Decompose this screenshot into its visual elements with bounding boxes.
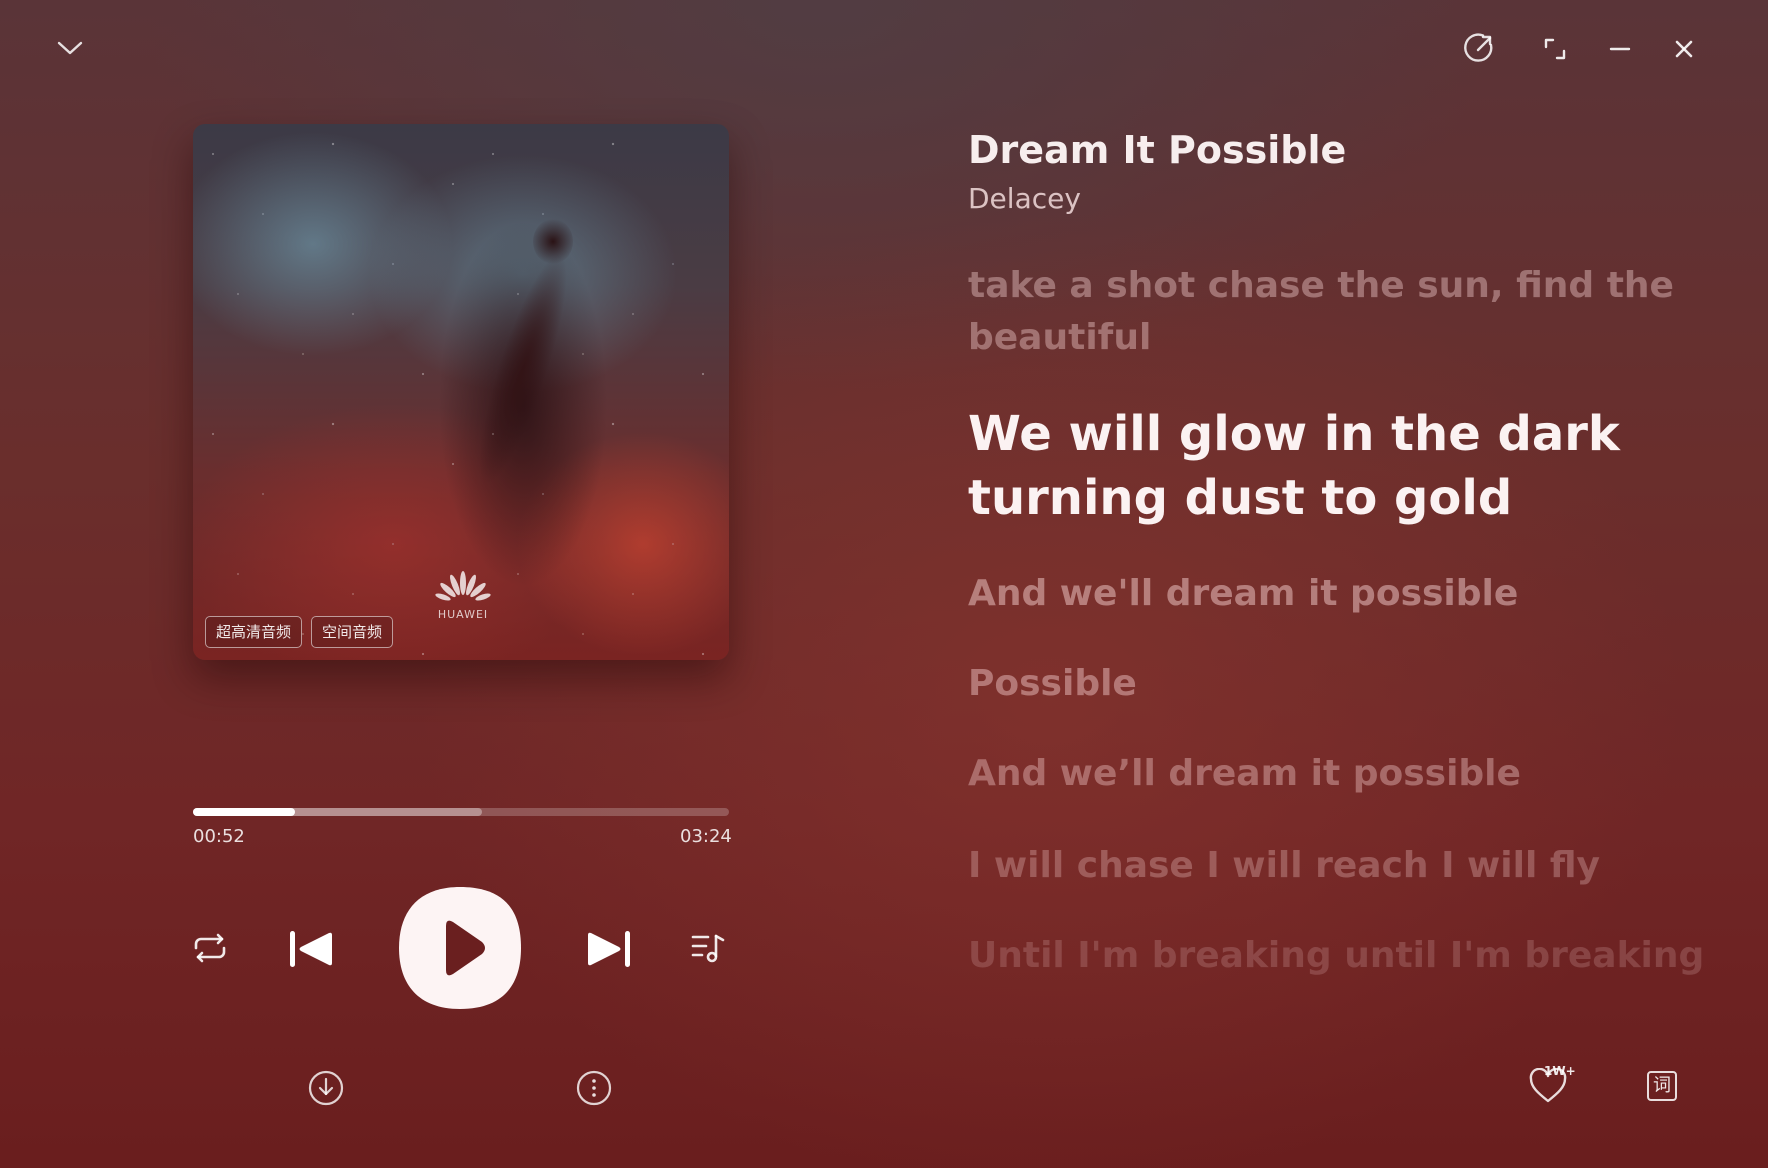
previous-icon [290,931,332,967]
minimize-icon [1609,47,1631,51]
lyric-line[interactable]: And we’ll dream it possible [968,748,1668,800]
next-button[interactable] [584,926,634,972]
lyric-text: Until I'm breaking until I'm breaking [968,935,1705,976]
huawei-logo-text: HUAWEI [437,608,489,621]
huawei-logo-icon [435,571,491,601]
previous-button[interactable] [286,926,336,972]
more-button[interactable] [574,1068,614,1108]
close-icon [1675,40,1693,58]
collapse-button[interactable] [52,30,88,66]
lyrics-icon-glyph: 词 [1653,1075,1671,1096]
song-title: Dream It Possible [968,128,1347,172]
lyric-text: Possible [968,663,1137,704]
progress-bar[interactable] [193,808,729,816]
play-button[interactable] [396,884,524,1012]
lyric-line[interactable]: I will chase I will reach I will fly [968,840,1668,892]
lyrics-icon: 词 [1647,1071,1677,1101]
chevron-down-icon [57,41,83,55]
lyric-text: And we'll dream it possible [968,573,1519,614]
playlist-button[interactable] [686,926,730,970]
album-cover: HUAWEI 超高清音频 空间音频 [193,124,729,660]
lyric-line[interactable]: Possible [968,658,1668,710]
minimize-button[interactable] [1601,30,1639,68]
lyric-text: I will chase I will reach I will fly [968,845,1600,886]
album-nebula-head [533,219,573,264]
lyric-line[interactable]: And we'll dream it possible [968,568,1668,620]
elapsed-time: 00:52 [193,826,245,847]
close-button[interactable] [1665,30,1703,68]
lyric-text: turning dust to gold [968,470,1513,526]
fullscreen-button[interactable] [1536,30,1574,68]
lyrics-toggle-button[interactable]: 词 [1642,1066,1682,1106]
hi-res-audio-badge: 超高清音频 [205,616,303,648]
share-icon [1464,33,1493,62]
more-icon [576,1070,612,1106]
lyric-text: beautiful [968,317,1152,358]
fullscreen-icon [1544,38,1566,60]
total-duration: 03:24 [680,826,732,847]
artist-name[interactable]: Delacey [968,182,1081,215]
play-icon [399,887,521,1009]
download-button[interactable] [306,1068,346,1108]
repeat-icon [194,933,226,963]
lyric-line[interactable]: Until I'm breaking until I'm breaking [968,930,1705,982]
like-button[interactable]: 1W+ [1518,1060,1578,1112]
lyric-line-current[interactable]: We will glow in the dark turning dust to… [968,402,1668,530]
playlist-icon [691,934,725,963]
download-icon [308,1070,344,1106]
lyric-text: take a shot chase the sun, find the [968,265,1674,306]
repeat-button[interactable] [188,926,232,970]
share-button[interactable] [1458,26,1502,70]
lyric-text: And we’ll dream it possible [968,753,1521,794]
next-icon [588,931,630,967]
lyric-text: We will glow in the dark [968,406,1620,462]
huawei-logo: HUAWEI [433,569,493,621]
spatial-audio-badge: 空间音频 [311,616,394,648]
like-count: 1W+ [1544,1064,1576,1078]
progress-played [193,808,295,816]
lyric-line-past[interactable]: take a shot chase the sun, find the beau… [968,260,1674,364]
